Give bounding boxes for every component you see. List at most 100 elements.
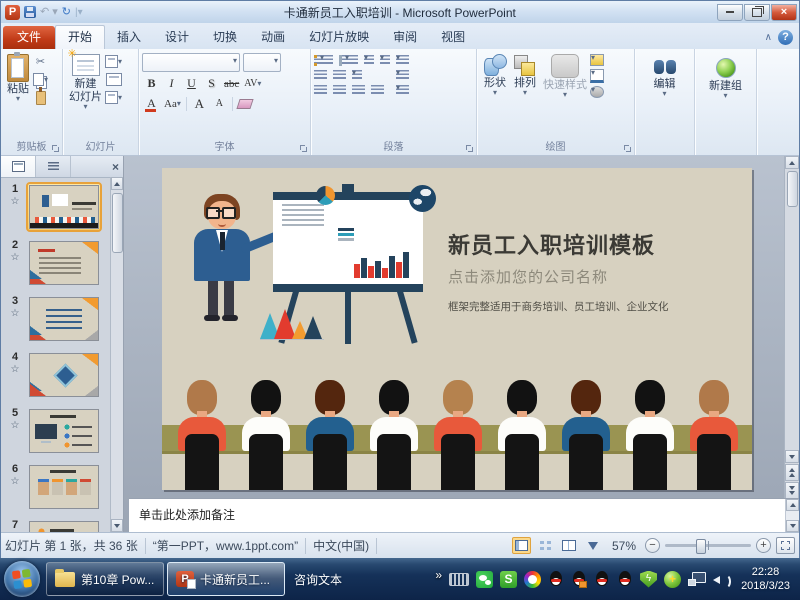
s-app-icon[interactable]: S [500,571,517,588]
tab-view[interactable]: 视图 [429,26,477,49]
increase-indent-icon[interactable] [333,70,346,81]
qat-customize-icon[interactable]: |▾ [75,7,83,18]
panel-close-icon[interactable]: × [112,160,119,174]
align-text-icon[interactable] [396,70,409,81]
zoom-level[interactable]: 57% [612,539,636,553]
decrease-indent-icon[interactable] [314,70,327,81]
zoom-out-button[interactable]: − [645,538,660,553]
normal-view-button[interactable] [512,537,531,554]
restore-button[interactable] [744,4,770,21]
close-button[interactable]: × [771,4,797,21]
slide-canvas[interactable]: 新员工入职培训模板 点击添加您的公司名称 框架完整适用于商务培训、员工培训、企业… [162,168,752,490]
notes-scroll-down[interactable] [786,520,799,532]
sogou-rainbow-icon[interactable] [524,571,541,588]
slide-sorter-view-button[interactable] [536,537,555,554]
fit-to-window-button[interactable] [776,537,795,554]
qq-icon-3[interactable] [594,571,610,588]
convert-smartart-icon[interactable] [396,85,409,96]
align-right-icon[interactable] [352,85,365,96]
tab-review[interactable]: 审阅 [381,26,429,49]
collapse-ribbon-icon[interactable]: ∧ [765,32,772,43]
thumbnail-slide-6[interactable]: 6☆ [3,463,111,511]
tab-design[interactable]: 设计 [153,26,201,49]
qq-icon-1[interactable] [548,571,564,588]
strikethrough-button[interactable]: abc [224,76,239,91]
shape-effects-icon[interactable] [590,86,604,98]
new-slide-button[interactable]: 新建 幻灯片 [66,52,105,112]
thumbnail-slide-4[interactable]: 4☆ [3,351,111,399]
next-slide-button[interactable] [785,482,799,499]
template-name[interactable]: “第一PPT，www.1ppt.com” [153,537,298,554]
tab-insert[interactable]: 插入 [105,26,153,49]
green-ball-tray-icon[interactable] [664,571,681,588]
shape-fill-icon[interactable] [590,54,604,66]
shapes-button[interactable]: 形状 [480,52,510,100]
char-spacing-button[interactable]: AV [244,76,261,91]
slide-counter[interactable]: 幻灯片 第 1 张，共 36 张 [5,537,138,554]
scroll-down-button[interactable] [785,450,799,463]
drawing-dialog-launcher[interactable] [624,145,632,153]
font-dialog-launcher[interactable] [300,145,308,153]
thumb-scroll-up[interactable] [111,177,123,190]
security-shield-icon[interactable]: ϟ [640,571,657,588]
shrink-font-button[interactable]: A [212,96,227,111]
taskbar-clock[interactable]: 22:28 2018/3/23 [737,565,800,593]
save-icon[interactable] [24,6,36,18]
underline-button[interactable]: U [184,76,199,91]
thumbnail-slide-2[interactable]: 2☆ [3,239,111,287]
thumb-scroll-down[interactable] [111,519,123,532]
taskbar-button-folder[interactable]: 第10章 Pow... [46,562,164,596]
redo-icon[interactable]: ↻ [62,5,71,19]
thumbnail-slide-5[interactable]: 5☆ [3,407,111,455]
reading-view-button[interactable] [560,537,579,554]
zoom-slider[interactable] [665,544,751,547]
notes-scrollbar[interactable] [785,499,799,532]
align-center-icon[interactable] [333,85,346,96]
main-vertical-scrollbar[interactable] [784,156,799,499]
zoom-in-button[interactable]: + [756,538,771,553]
tray-expand-icon[interactable]: » [435,568,442,582]
zoom-slider-thumb[interactable] [696,539,706,554]
clipboard-dialog-launcher[interactable] [52,145,60,153]
notes-scroll-up[interactable] [786,499,799,511]
input-method-keyboard-icon[interactable] [449,573,469,586]
new-group-button[interactable]: 新建组 [698,56,753,101]
thumbnail-slide-7[interactable]: 7☆ [3,519,111,532]
quick-styles-button[interactable]: 快速样式 [540,52,590,100]
help-icon[interactable]: ? [778,30,793,45]
reset-button[interactable] [105,72,122,87]
minimize-button[interactable] [717,4,743,21]
grow-font-button[interactable]: A [192,96,207,111]
text-direction-icon[interactable] [396,55,409,66]
tab-animations[interactable]: 动画 [249,26,297,49]
text-columns-icon[interactable] [352,70,362,81]
font-name-select[interactable] [142,53,240,72]
undo-icon[interactable]: ↶ ▾ [40,5,58,19]
line-spacing-icon[interactable] [364,55,374,66]
taskbar-toolbar-label[interactable]: 咨询文本 [294,571,342,588]
wechat-icon[interactable] [476,571,493,588]
qq-icon-2[interactable] [571,571,587,588]
paragraph-dialog-launcher[interactable] [466,145,474,153]
copy-button[interactable] [32,72,49,87]
thumbnail-scrollbar[interactable] [110,177,123,532]
layout-button[interactable] [105,54,122,69]
qq-icon-4[interactable] [617,571,633,588]
paste-button[interactable]: 粘贴 [4,52,32,105]
italic-button[interactable]: I [164,76,179,91]
volume-icon[interactable] [713,572,729,587]
powerpoint-logo-icon[interactable]: P [5,5,20,20]
thumbnail-slide-1[interactable]: 1☆ [3,183,111,231]
align-left-icon[interactable] [314,85,327,96]
tab-slideshow[interactable]: 幻灯片放映 [297,26,381,49]
slides-view-tab[interactable] [1,156,36,177]
columns-icon[interactable] [380,55,390,66]
shape-outline-icon[interactable] [590,69,604,83]
previous-slide-button[interactable] [785,464,799,481]
format-painter-button[interactable] [32,90,49,105]
outline-view-tab[interactable] [36,156,71,177]
change-case-button[interactable]: Aa [164,96,181,111]
thumb-scroll-thumb[interactable] [112,193,123,253]
network-icon[interactable] [688,572,706,586]
font-color-button[interactable]: A [144,96,159,111]
